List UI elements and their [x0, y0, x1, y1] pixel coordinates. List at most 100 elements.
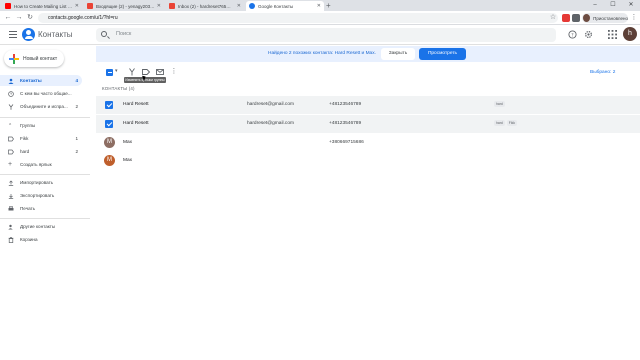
sidebar-item-group-fikk[interactable]: Fikk 1: [0, 133, 82, 144]
create-label-button[interactable]: + Создать ярлык: [0, 159, 82, 170]
browser-toolbar: ← → ↻ contacts.google.com/u/1/?hl=ru ☆ П…: [0, 11, 640, 25]
star-icon[interactable]: ☆: [548, 13, 558, 23]
table-row[interactable]: M Max +380669715686: [96, 134, 640, 152]
import-label: Импортировать: [20, 180, 54, 185]
forward-icon[interactable]: →: [14, 13, 24, 23]
row-checkbox[interactable]: [105, 120, 113, 128]
profile-chip[interactable]: Приостановлено: [582, 13, 628, 23]
avatar: M: [104, 137, 115, 148]
contact-phone: +380669715686: [329, 140, 364, 145]
extension-icon[interactable]: [562, 14, 570, 22]
group-label: hard: [20, 149, 30, 154]
sidebar-item-frequent[interactable]: С кем вы часто общае...: [0, 88, 82, 99]
label-chip: hard: [494, 101, 505, 107]
menu-dots-icon[interactable]: ⋮: [629, 13, 639, 23]
apps-grid-icon[interactable]: [608, 30, 617, 39]
review-button[interactable]: Просмотреть: [419, 48, 466, 60]
tab-title: Входящие (2) - yenagy203@gm...: [96, 3, 155, 9]
merge-icon[interactable]: [128, 68, 136, 76]
sidebar-item-contacts[interactable]: Контакты 4: [0, 75, 82, 86]
back-icon[interactable]: ←: [3, 13, 13, 23]
close-icon[interactable]: ✕: [157, 3, 161, 9]
browser-tab[interactable]: Inbox (2) - hardreset765@gmai... ✕: [166, 1, 244, 11]
close-icon[interactable]: ✕: [317, 3, 321, 9]
import-button[interactable]: Импортировать: [0, 177, 82, 188]
minimize-icon[interactable]: –: [586, 0, 604, 11]
contacts-logo: [22, 28, 35, 41]
browser-tab[interactable]: How to Create Mailing List in G... ✕: [2, 1, 82, 11]
browser-tab-strip: How to Create Mailing List in G... ✕ Вхо…: [0, 0, 640, 11]
sidebar-item-count: 4: [75, 78, 78, 83]
sidebar-item-group-hard[interactable]: hard 2: [0, 146, 82, 157]
groups-label: Группы: [20, 123, 36, 128]
browser-tab-active[interactable]: Google Контакты ✕: [246, 1, 324, 11]
close-icon[interactable]: ✕: [237, 3, 241, 9]
avatar: M: [104, 155, 115, 166]
download-icon: [8, 193, 14, 199]
trash-label: Корзина: [20, 237, 38, 242]
tab-title: Inbox (2) - hardreset765@gmai...: [178, 3, 235, 9]
print-button[interactable]: Печать: [0, 203, 82, 214]
upload-icon: [8, 180, 14, 186]
gear-icon[interactable]: [584, 30, 593, 39]
close-icon[interactable]: ✕: [75, 3, 79, 9]
app-header: Контакты Поиск ? h: [0, 25, 640, 45]
browser-tab[interactable]: Входящие (2) - yenagy203@gm... ✕: [84, 1, 164, 11]
new-tab-button[interactable]: +: [326, 1, 331, 10]
person-icon: [8, 78, 14, 84]
search-input[interactable]: Поиск: [96, 28, 556, 42]
other-contacts-label: Другие контакты: [20, 224, 56, 229]
maximize-icon[interactable]: ☐: [604, 0, 622, 11]
history-icon: [8, 90, 14, 97]
youtube-icon: [5, 3, 11, 9]
table-row[interactable]: Hard Resett hardreset@gmail.com +4812354…: [96, 96, 640, 114]
reload-icon[interactable]: ↻: [25, 13, 35, 23]
sidebar-item-count: 2: [75, 104, 78, 109]
close-window-icon[interactable]: ✕: [622, 0, 640, 11]
contacts-icon: [249, 3, 255, 9]
account-avatar[interactable]: h: [623, 27, 637, 41]
sidebar-item-label: С кем вы часто общае...: [20, 91, 72, 96]
plus-icon: [9, 53, 19, 64]
main-menu-icon[interactable]: [9, 31, 17, 39]
print-label: Печать: [20, 206, 36, 211]
new-contact-button[interactable]: Новый контакт: [4, 50, 64, 67]
app-title: Контакты: [38, 30, 73, 39]
new-contact-label: Новый контакт: [23, 55, 58, 62]
label-chip: Fikk: [506, 120, 518, 126]
extension-icon[interactable]: [572, 14, 580, 22]
label-icon: [8, 136, 14, 141]
address-bar[interactable]: contacts.google.com/u/1/?hl=ru: [38, 13, 558, 23]
tab-title: How to Create Mailing List in G...: [14, 3, 73, 9]
table-row[interactable]: Hard Resett hardreset@gmail.com +4812354…: [96, 115, 640, 133]
divider: [0, 218, 90, 219]
dismiss-button[interactable]: Закрыть: [381, 48, 415, 60]
sidebar-groups-toggle[interactable]: ⌃ Группы: [0, 120, 82, 131]
contact-phone: +48123546789: [329, 102, 362, 107]
contact-labels: hard: [494, 101, 505, 107]
other-contacts-link[interactable]: Другие контакты: [0, 221, 82, 232]
label-chip: hard: [494, 120, 505, 126]
profile-avatar: [583, 14, 591, 22]
contact-name: Hard Resett: [123, 102, 149, 107]
row-checkbox[interactable]: [105, 101, 113, 109]
trash-link[interactable]: Корзина: [0, 234, 82, 245]
merge-icon: [8, 103, 14, 110]
trash-icon: [8, 236, 14, 243]
print-icon: [8, 205, 14, 210]
sidebar-item-label: Объедините и испра...: [20, 104, 68, 109]
select-all-checkbox[interactable]: [106, 69, 113, 76]
person-add-icon: [8, 224, 13, 229]
label-icon: [8, 149, 14, 154]
more-vert-icon[interactable]: ⋮: [170, 68, 178, 76]
table-row[interactable]: M Max: [96, 152, 640, 170]
chevron-down-icon[interactable]: ▾: [115, 68, 118, 74]
export-button[interactable]: Экспортировать: [0, 190, 82, 201]
contact-name: Max: [123, 140, 133, 145]
gmail-icon: [87, 3, 93, 9]
contact-email: hardreset@gmail.com: [247, 102, 294, 107]
divider: [0, 117, 90, 118]
mail-icon[interactable]: [156, 68, 164, 76]
sidebar-item-merge[interactable]: Объедините и испра... 2: [0, 101, 82, 112]
help-icon[interactable]: ?: [568, 30, 577, 39]
